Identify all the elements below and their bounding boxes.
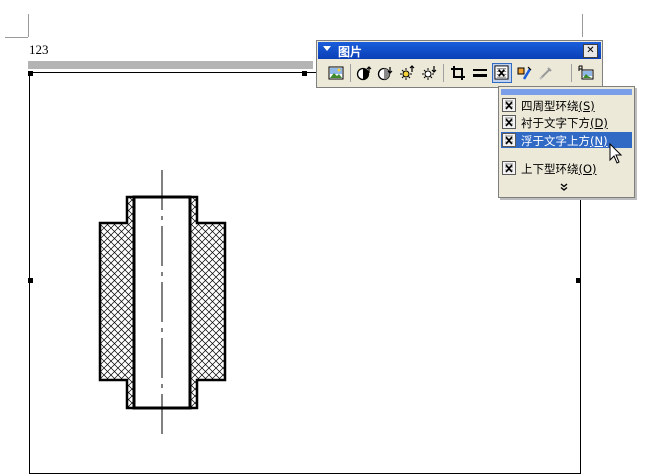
picture-toolbar: 图片 ✕ (316, 40, 603, 88)
menu-item-accel: (S) (578, 99, 595, 113)
square-wrap-icon (502, 98, 516, 112)
line-style-icon (473, 69, 487, 77)
toolbar-close-button[interactable]: ✕ (583, 44, 598, 58)
text-wrapping-menu: 四周型环绕(S) 衬于文字下方(D) 浮于文字上方(N) 上下型环绕(O) (498, 86, 635, 198)
transparent-color-icon (539, 67, 552, 80)
text-wrap-icon (494, 65, 509, 80)
toolbar-title: 图片 (338, 45, 363, 59)
text-wrapping-button[interactable] (492, 63, 512, 83)
menu-item-label: 浮于文字上方 (521, 134, 590, 148)
bushing-left-section (98, 195, 136, 410)
picture-icon (328, 66, 344, 80)
resize-handle-middle-left[interactable] (28, 278, 33, 283)
menu-item-accel: (N) (590, 134, 608, 148)
resize-handle-top-center[interactable] (302, 71, 307, 76)
picture-frame-top-bar (28, 61, 313, 69)
more-brightness-button[interactable] (397, 63, 417, 83)
resize-handle-middle-right[interactable] (576, 278, 581, 283)
contrast-down-icon (377, 67, 393, 81)
brightness-up-icon (400, 65, 415, 80)
expand-menu-chevron-icon[interactable] (559, 183, 569, 194)
bushing-right-section (188, 195, 227, 410)
page-corner-mark (582, 14, 583, 37)
insert-picture-button[interactable] (326, 63, 346, 83)
mouse-pointer-icon (609, 143, 623, 164)
bushing-drawing (98, 170, 227, 437)
resize-handle-top-left[interactable] (28, 71, 33, 76)
toolbar-options-icon[interactable] (323, 46, 331, 51)
line-style-button[interactable] (470, 63, 490, 83)
format-picture-button[interactable] (514, 63, 534, 83)
menu-item-label: 上下型环绕 (521, 162, 579, 176)
menu-drag-strip[interactable] (501, 89, 632, 95)
reset-picture-icon (578, 65, 594, 80)
menu-item-behind-text[interactable]: 衬于文字下方(D) (501, 114, 632, 130)
contrast-up-icon (356, 66, 372, 81)
toolbar-title-bar[interactable]: 图片 ✕ (318, 42, 601, 59)
document-text: 123 (29, 42, 49, 57)
crop-button[interactable] (448, 63, 468, 83)
behind-text-icon (502, 115, 516, 129)
toolbar-separator (443, 64, 444, 82)
set-transparent-color-button[interactable] (536, 63, 556, 83)
menu-item-label: 四周型环绕 (521, 99, 579, 113)
menu-item-accel: (D) (590, 116, 608, 130)
less-brightness-button[interactable] (419, 63, 439, 83)
top-bottom-wrap-icon (502, 161, 516, 175)
page-corner-mark (28, 14, 29, 37)
toolbar-separator (350, 64, 351, 82)
reset-picture-button[interactable] (576, 63, 596, 83)
toolbar-separator (571, 64, 572, 82)
crop-icon (451, 66, 465, 80)
menu-item-label: 衬于文字下方 (521, 116, 590, 130)
brightness-down-icon (422, 66, 437, 80)
more-contrast-button[interactable] (354, 63, 374, 83)
less-contrast-button[interactable] (375, 63, 395, 83)
menu-item-square-wrap[interactable]: 四周型环绕(S) (501, 97, 632, 113)
format-picture-icon (517, 66, 532, 80)
page-corner-mark (5, 37, 28, 38)
in-front-of-text-icon (502, 133, 516, 147)
menu-item-accel: (O) (578, 162, 597, 176)
